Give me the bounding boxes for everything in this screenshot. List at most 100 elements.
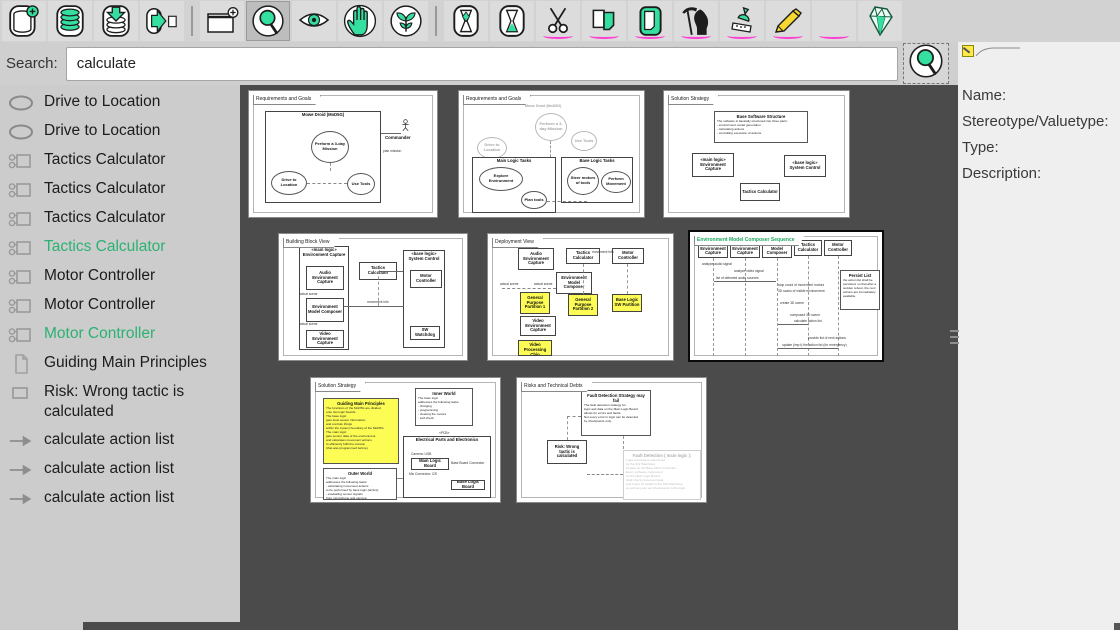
- delete-button[interactable]: [674, 1, 718, 41]
- view-tool-button[interactable]: [292, 1, 336, 41]
- new-frame-button[interactable]: [200, 1, 244, 41]
- diagram-thumbnail[interactable]: Environment Model Composer SequenceAudio…: [688, 230, 884, 362]
- note: Base Software StructureThe software is b…: [714, 111, 808, 143]
- toolbar-separator: [191, 6, 193, 36]
- search-input[interactable]: [66, 47, 898, 81]
- diagram-text: plan mission: [383, 149, 419, 154]
- action-icon: [8, 460, 34, 480]
- diagram-thumbnail[interactable]: Requirements and GoalsMowe Droid (MoD5G)…: [248, 90, 438, 218]
- diagram-title-tab: Solution Strategy: [315, 382, 366, 392]
- diagram-text: Camera: USB: [411, 452, 441, 456]
- magenta-underline: [589, 33, 619, 39]
- diagram-title-tab: Environment Model Composer Sequence: [694, 236, 805, 246]
- search-result-item[interactable]: Tactics Calculator: [0, 146, 240, 175]
- connector-line: [778, 324, 808, 325]
- diagram-thumbnail[interactable]: Building Block View«main logic» Environm…: [278, 233, 468, 361]
- diagram-text: update (imp t) the action list (for emer…: [782, 343, 850, 347]
- connector-line: [344, 306, 404, 307]
- yellow-note: Guiding Main PrinciplesThe functions of …: [323, 398, 399, 464]
- diagram-text: create 3D scene: [780, 301, 810, 305]
- stamp-button[interactable]: [720, 1, 764, 41]
- search-result-item[interactable]: Guiding Main Principles: [0, 349, 240, 378]
- diagram-thumbnail[interactable]: Solution Strategy Guiding Main Principles…: [310, 377, 501, 503]
- part-icon: [8, 151, 34, 171]
- magenta-underline: [681, 33, 711, 39]
- search-result-item[interactable]: calculate action list: [0, 426, 240, 455]
- search-result-item[interactable]: Drive to Location: [0, 88, 240, 117]
- export-model-button[interactable]: [140, 1, 184, 41]
- result-label: Drive to Location: [44, 92, 160, 112]
- diagram-text: provide list of next actions: [808, 336, 852, 340]
- properties-panel: Name: Stereotype/Valuetype: Type: Descri…: [958, 42, 1120, 630]
- paste-button[interactable]: [628, 1, 672, 41]
- search-result-item[interactable]: calculate action list: [0, 484, 240, 513]
- diagram-text: composed 3D scene: [790, 313, 824, 317]
- search-result-item[interactable]: Motor Controller: [0, 320, 240, 349]
- diagram-canvas[interactable]: Requirements and GoalsMowe Droid (MoD5G)…: [240, 85, 958, 630]
- diagram-box: Motor Controller: [824, 240, 852, 256]
- usecase-ellipse: Plan tools: [521, 191, 547, 209]
- part-icon: [8, 296, 34, 316]
- hourglass-start-button[interactable]: [444, 1, 488, 41]
- faded-note: Fault Detection ( main logic ):Logic and…: [623, 450, 701, 500]
- dashed-line: [378, 271, 379, 306]
- usecase-icon: [8, 93, 34, 113]
- faded-usecase-ellipse: Use Tools: [571, 131, 597, 151]
- search-result-item[interactable]: Tactics Calculator: [0, 204, 240, 233]
- pan-tool-button[interactable]: [338, 1, 382, 41]
- result-label: calculate action list: [44, 488, 174, 508]
- magenta-underline: [727, 33, 757, 39]
- search-result-item[interactable]: Drive to Location: [0, 117, 240, 146]
- result-label: Motor Controller: [44, 266, 155, 286]
- faded-usecase-ellipse: Perform a 3-day Mission: [535, 113, 567, 141]
- faded-usecase-ellipse: Drive to Location: [477, 137, 507, 159]
- search-button[interactable]: [903, 43, 949, 84]
- zoom-tool-button[interactable]: [246, 1, 290, 41]
- part-icon: [8, 267, 34, 287]
- search-result-item[interactable]: Motor Controller: [0, 262, 240, 291]
- part-icon: [8, 180, 34, 200]
- actor-figure: [401, 119, 410, 132]
- search-result-item[interactable]: Tactics Calculator: [0, 175, 240, 204]
- hourglass-bottom-icon: [495, 4, 529, 38]
- diagram-text: actual scene: [534, 282, 558, 287]
- diagram-box: Motor Controller: [410, 270, 442, 288]
- model-store-button[interactable]: [48, 1, 92, 41]
- search-result-item[interactable]: Motor Controller: [0, 291, 240, 320]
- search-result-item[interactable]: Risk: Wrong tactic is calculated: [0, 378, 240, 426]
- diagram-box: Video Environment Capture: [520, 316, 556, 336]
- splitter-grip[interactable]: [950, 330, 959, 344]
- diagram-text: Mic Connector: I2S: [409, 472, 445, 476]
- dashed-line: [627, 264, 628, 294]
- dashed-line: [587, 474, 623, 475]
- import-model-button[interactable]: [94, 1, 138, 41]
- diagram-thumbnail[interactable]: Requirements and GoalsMowe Droid (MoD5G)…: [458, 90, 645, 218]
- diagram-thumbnail[interactable]: Risks and Technical DebtsFault Detection…: [516, 377, 707, 503]
- dashed-line: [583, 264, 584, 294]
- dashed-line: [567, 416, 568, 440]
- highlight-button[interactable]: [766, 1, 810, 41]
- diagram-box: Environment Model Composer: [306, 298, 344, 322]
- usecase-ellipse: Steer motors of tools: [567, 167, 599, 195]
- dashed-line: [307, 183, 347, 184]
- empty-slot-button[interactable]: [812, 1, 856, 41]
- grow-tool-button[interactable]: [384, 1, 428, 41]
- diagram-title-tab: Building Block View: [283, 238, 340, 248]
- diagram-box: «base logic» System Control: [784, 155, 826, 177]
- diagram-thumbnail[interactable]: Deployment ViewAudio Environment Capture…: [487, 233, 674, 361]
- diagram-box: Tactics Calculator: [740, 183, 780, 201]
- hourglass-done-button[interactable]: [490, 1, 534, 41]
- new-model-button[interactable]: [2, 1, 46, 41]
- cut-button[interactable]: [536, 1, 580, 41]
- result-label: Drive to Location: [44, 121, 160, 141]
- hourglass-top-icon: [449, 4, 483, 38]
- copy-button[interactable]: [582, 1, 626, 41]
- faded-text: Mowe Droid (MoD5G): [525, 104, 585, 110]
- search-result-item[interactable]: Tactics Calculator: [0, 233, 240, 262]
- diagram-thumbnail[interactable]: Solution StrategyBase Software Structure…: [663, 90, 850, 218]
- search-result-item[interactable]: calculate action list: [0, 455, 240, 484]
- db-plus-icon: [7, 4, 41, 38]
- part-icon: [8, 238, 34, 258]
- gem-button[interactable]: [858, 1, 902, 41]
- db-green-icon: [53, 4, 87, 38]
